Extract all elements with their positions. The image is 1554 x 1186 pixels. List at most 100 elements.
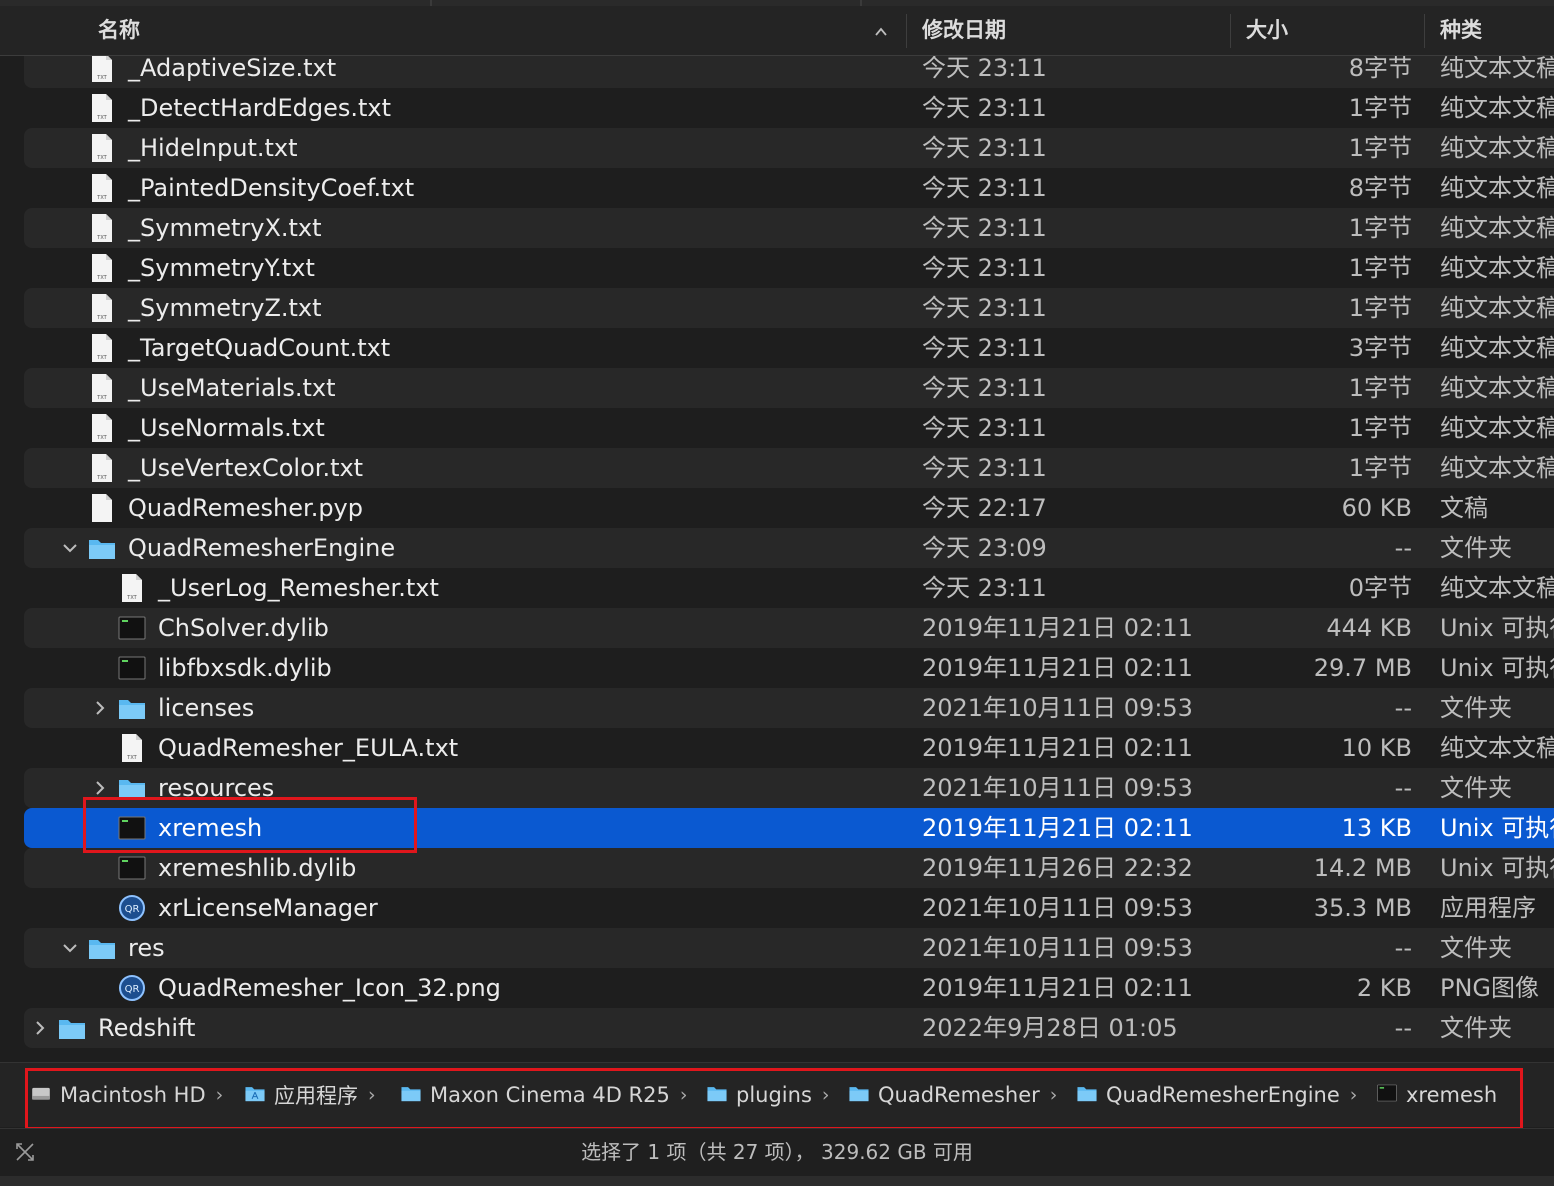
file-name[interactable]: Redshift xyxy=(98,1008,195,1048)
file-name[interactable]: licenses xyxy=(158,688,254,728)
file-name[interactable]: libfbxsdk.dylib xyxy=(158,648,332,688)
table-row[interactable]: TXT _DetectHardEdges.txt 今天 23:11 1字节 纯文本文稿 xyxy=(0,88,1554,128)
file-size: 10 KB xyxy=(1341,734,1412,762)
file-kind: 文件夹 xyxy=(1440,774,1512,802)
disclosure-closed-icon[interactable] xyxy=(32,1018,48,1038)
status-bar: 选择了 1 项（共 27 项）， 329.62 GB 可用 xyxy=(0,1128,1554,1177)
svg-text:TXT: TXT xyxy=(96,275,107,281)
column-kind-header[interactable]: 种类 xyxy=(1440,14,1482,46)
table-row[interactable]: TXT _AdaptiveSize.txt 今天 23:11 8字节 纯文本文稿 xyxy=(0,56,1554,88)
file-size: 1字节 xyxy=(1348,374,1412,402)
file-kind: 纯文本文稿 xyxy=(1440,294,1554,322)
terminal-exec-icon xyxy=(118,853,146,883)
file-name[interactable]: _AdaptiveSize.txt xyxy=(128,56,336,88)
table-row[interactable]: TXT _UseMaterials.txt 今天 23:11 1字节 纯文本文稿 xyxy=(0,368,1554,408)
file-name[interactable]: _UseVertexColor.txt xyxy=(128,448,363,488)
txt-file-icon: TXT xyxy=(88,373,116,403)
file-name[interactable]: _PaintedDensityCoef.txt xyxy=(128,168,414,208)
txt-file-icon: TXT xyxy=(88,293,116,323)
file-size: -- xyxy=(1394,534,1412,562)
table-row[interactable]: QR xrLicenseManager 2021年10月11日 09:53 35.3 … xyxy=(0,888,1554,928)
file-name[interactable]: _HideInput.txt xyxy=(128,128,298,168)
column-date-header[interactable]: 修改日期 xyxy=(922,14,1006,46)
table-row[interactable]: licenses 2021年10月11日 09:53 -- 文件夹 xyxy=(0,688,1554,728)
file-name[interactable]: ChSolver.dylib xyxy=(158,608,329,648)
table-row[interactable]: TXT _SymmetryZ.txt 今天 23:11 1字节 纯文本文稿 xyxy=(0,288,1554,328)
file-kind: 纯文本文稿 xyxy=(1440,374,1554,402)
file-size: 13 KB xyxy=(1341,814,1412,842)
modified-date: 今天 23:11 xyxy=(922,294,1047,322)
table-row[interactable]: TXT _UserLog_Remesher.txt 今天 23:11 0字节 纯文本文稿 xyxy=(0,568,1554,608)
modified-date: 今天 23:11 xyxy=(922,374,1047,402)
table-row[interactable]: ChSolver.dylib 2019年11月21日 02:11 444 KB Uni… xyxy=(0,608,1554,648)
folder-icon xyxy=(118,693,146,723)
file-name[interactable]: _TargetQuadCount.txt xyxy=(128,328,390,368)
file-name[interactable]: res xyxy=(128,928,165,968)
txt-file-icon: TXT xyxy=(88,453,116,483)
table-row[interactable]: libfbxsdk.dylib 2019年11月21日 02:11 29.7 MB U… xyxy=(0,648,1554,688)
txt-file-icon: TXT xyxy=(88,56,116,83)
file-kind: PNG图像 xyxy=(1440,974,1540,1002)
file-size: 8字节 xyxy=(1348,56,1412,82)
column-divider[interactable] xyxy=(1424,14,1425,48)
table-row[interactable]: QuadRemesherEngine 今天 23:09 -- 文件夹 xyxy=(0,528,1554,568)
terminal-exec-icon xyxy=(118,613,146,643)
file-kind: Unix 可执行文件 xyxy=(1440,814,1554,842)
sort-ascending-icon[interactable] xyxy=(873,24,889,40)
table-row[interactable]: TXT _TargetQuadCount.txt 今天 23:11 3字节 纯文本文稿 xyxy=(0,328,1554,368)
file-name[interactable]: _UseNormals.txt xyxy=(128,408,325,448)
window-bottom-edge xyxy=(0,1176,1554,1186)
annotation-highlight-selected xyxy=(83,797,417,853)
disclosure-closed-icon[interactable] xyxy=(92,778,108,798)
table-row[interactable]: xremeshlib.dylib 2019年11月26日 22:32 14.2 MB… xyxy=(0,848,1554,888)
table-row[interactable]: QuadRemesher.pyp 今天 22:17 60 KB 文稿 xyxy=(0,488,1554,528)
file-size: 2 KB xyxy=(1356,974,1412,1002)
file-size: 1字节 xyxy=(1348,214,1412,242)
file-kind: 纯文本文稿 xyxy=(1440,734,1554,762)
table-row[interactable]: TXT _UseVertexColor.txt 今天 23:11 1字节 纯文本文稿 xyxy=(0,448,1554,488)
file-name[interactable]: _DetectHardEdges.txt xyxy=(128,88,391,128)
table-row[interactable]: TXT _HideInput.txt 今天 23:11 1字节 纯文本文稿 xyxy=(0,128,1554,168)
table-row[interactable]: res 2021年10月11日 09:53 -- 文件夹 xyxy=(0,928,1554,968)
table-row[interactable]: TXT _SymmetryX.txt 今天 23:11 1字节 纯文本文稿 xyxy=(0,208,1554,248)
file-name[interactable]: _SymmetryX.txt xyxy=(128,208,322,248)
table-row[interactable]: Redshift 2022年9月28日 01:05 -- 文件夹 xyxy=(0,1008,1554,1048)
file-name[interactable]: QuadRemesher.pyp xyxy=(128,488,363,528)
column-name-header[interactable]: 名称 xyxy=(98,14,140,46)
file-kind: Unix 可执行文件 xyxy=(1440,654,1554,682)
modified-date: 2019年11月21日 02:11 xyxy=(922,614,1193,642)
disclosure-open-icon[interactable] xyxy=(62,538,78,558)
row-background xyxy=(24,1008,1554,1048)
table-row[interactable]: TXT QuadRemesher_EULA.txt 2019年11月21日 02:1… xyxy=(0,728,1554,768)
file-name[interactable]: xremeshlib.dylib xyxy=(158,848,356,888)
file-name[interactable]: _UserLog_Remesher.txt xyxy=(158,568,439,608)
file-name[interactable]: xrLicenseManager xyxy=(158,888,378,928)
folder-icon xyxy=(88,533,116,563)
file-name[interactable]: QuadRemesherEngine xyxy=(128,528,395,568)
disclosure-open-icon[interactable] xyxy=(62,938,78,958)
table-row[interactable]: TXT _SymmetryY.txt 今天 23:11 1字节 纯文本文稿 xyxy=(0,248,1554,288)
file-name[interactable]: QuadRemesher_EULA.txt xyxy=(158,728,458,768)
file-size: -- xyxy=(1394,934,1412,962)
file-kind: Unix 可执行文件 xyxy=(1440,854,1554,882)
terminal-exec-icon xyxy=(118,653,146,683)
table-row[interactable]: TXT _UseNormals.txt 今天 23:11 1字节 纯文本文稿 xyxy=(0,408,1554,448)
table-row[interactable]: TXT _PaintedDensityCoef.txt 今天 23:11 8字节 纯文本… xyxy=(0,168,1554,208)
column-divider[interactable] xyxy=(1230,14,1231,48)
svg-text:TXT: TXT xyxy=(96,75,107,81)
folder-icon xyxy=(88,933,116,963)
file-name[interactable]: QuadRemesher_Icon_32.png xyxy=(158,968,501,1008)
table-row[interactable]: QR QuadRemesher_Icon_32.png 2019年11月21日 02… xyxy=(0,968,1554,1008)
file-kind: 纯文本文稿 xyxy=(1440,414,1554,442)
file-kind: 纯文本文稿 xyxy=(1440,174,1554,202)
file-name[interactable]: _SymmetryY.txt xyxy=(128,248,315,288)
file-list: TXT _AdaptiveSize.txt 今天 23:11 8字节 纯文本文稿 TXT _… xyxy=(0,56,1554,1050)
modified-date: 今天 23:11 xyxy=(922,254,1047,282)
modified-date: 今天 23:11 xyxy=(922,414,1047,442)
column-divider[interactable] xyxy=(906,14,907,48)
modified-date: 今天 23:11 xyxy=(922,574,1047,602)
file-name[interactable]: _SymmetryZ.txt xyxy=(128,288,322,328)
column-size-header[interactable]: 大小 xyxy=(1246,14,1288,46)
disclosure-closed-icon[interactable] xyxy=(92,698,108,718)
file-name[interactable]: _UseMaterials.txt xyxy=(128,368,336,408)
